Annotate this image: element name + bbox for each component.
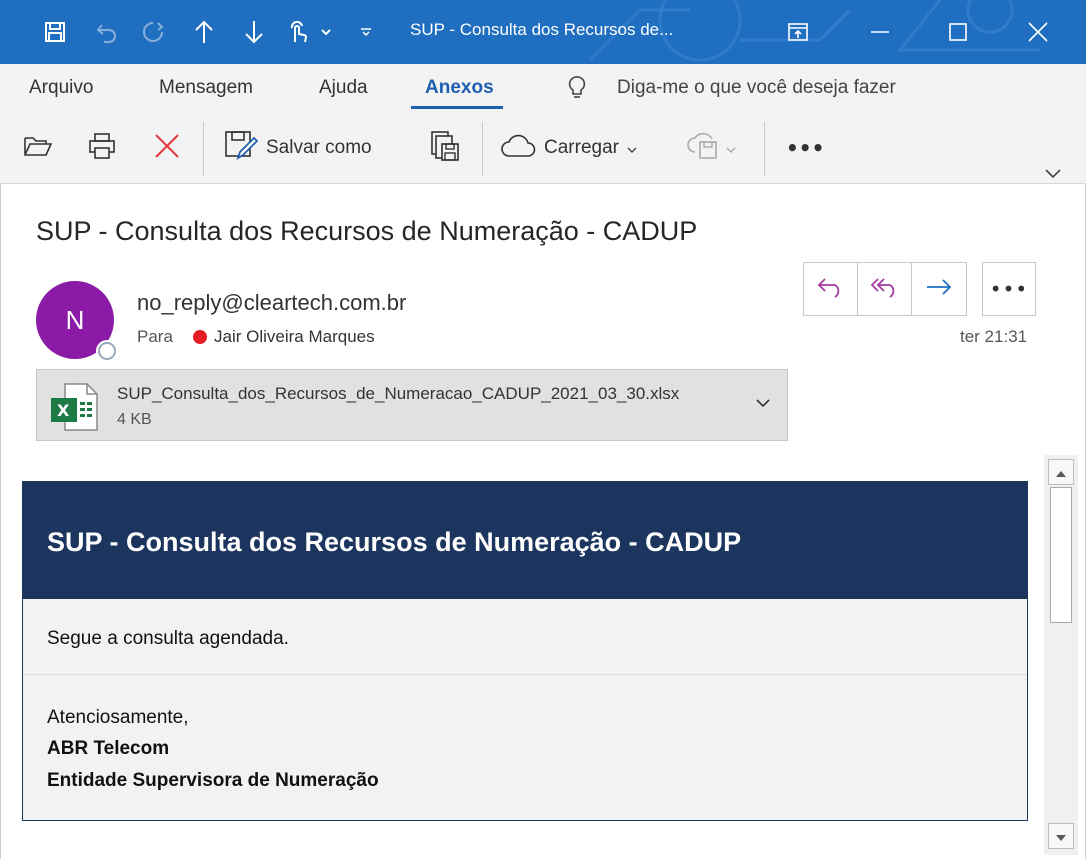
reply-button[interactable] [804,263,858,315]
menu-mensagem[interactable]: Mensagem [159,77,253,99]
excel-file-icon: X [49,382,99,436]
attachment-size: 4 KB [117,411,152,428]
close-icon[interactable] [1020,14,1056,50]
save-all-icon [430,130,462,166]
ribbon-separator [203,122,204,176]
reply-all-icon [870,276,900,302]
triangle-up-icon [1055,463,1067,482]
tell-me-search[interactable]: Diga-me o que você deseja fazer [617,77,896,99]
save-all-attachments-button[interactable] [430,130,462,166]
avatar-initial: N [65,304,85,335]
save-as-icon [224,130,259,166]
cloud-save-icon [686,132,722,164]
body-closing-text: Atenciosamente, [47,707,189,728]
body-dept-name: Entidade Supervisora de Numeração [47,770,379,791]
reply-all-button[interactable] [858,263,912,315]
triangle-down-icon [1055,827,1067,846]
print-attachment-button[interactable] [88,130,116,166]
ribbon-separator [482,122,483,176]
undo-icon[interactable] [92,14,122,50]
body-intro-text: Segue a consulta agendada. [47,628,289,649]
overflow-dropdown-icon[interactable] [358,14,374,50]
remove-attachment-button[interactable] [154,130,180,166]
chevron-down-icon [726,139,736,158]
menu-arquivo[interactable]: Arquivo [29,77,93,99]
maximize-icon[interactable] [940,14,976,50]
more-actions-button[interactable]: ••• [982,262,1036,316]
window-title: SUP - Consulta dos Recursos de... [410,20,674,39]
message-subject: SUP - Consulta dos Recursos de Numeração… [36,216,698,246]
message-body: SUP - Consulta dos Recursos de Numeração… [22,481,1028,821]
recipient-name[interactable]: Jair Oliveira Marques [214,327,375,347]
touch-mode-icon[interactable] [284,14,312,50]
minimize-icon[interactable] [862,14,898,50]
title-bar: SUP - Consulta dos Recursos de... [0,0,1086,64]
chevron-down-icon [627,139,637,158]
body-header-title: SUP - Consulta dos Recursos de Numeração… [47,527,742,557]
menu-ajuda[interactable]: Ajuda [319,77,368,99]
menu-bar: Arquivo Mensagem Ajuda Anexos Diga-me o … [0,64,1086,112]
scroll-down-button[interactable] [1048,823,1074,849]
body-divider [23,674,1027,675]
received-time: ter 21:31 [960,327,1028,346]
folder-open-icon [24,135,53,161]
up-arrow-icon[interactable] [190,14,218,50]
active-tab-indicator [411,106,503,109]
customize-dropdown-icon[interactable] [318,14,334,50]
body-org-name: ABR Telecom [47,738,170,759]
reply-icon [817,276,845,302]
svg-text:X: X [57,401,70,420]
attachment-options-chevron-icon[interactable] [755,394,771,413]
to-label: Para [137,327,173,346]
lightbulb-icon [567,75,587,105]
ribbon-separator [764,122,765,176]
sender-address[interactable]: no_reply@cleartech.com.br [137,290,406,316]
upload-button[interactable]: Carregar [500,130,637,166]
menu-anexos[interactable]: Anexos [425,77,494,99]
save-as-label: Salvar como [266,137,372,158]
down-arrow-icon[interactable] [240,14,268,50]
save-icon[interactable] [40,14,70,50]
ribbon-expand-chevron-icon[interactable] [1044,164,1062,183]
vertical-scrollbar[interactable] [1044,455,1078,855]
body-header-banner: SUP - Consulta dos Recursos de Numeração… [23,482,1027,599]
more-commands-button[interactable]: ••• [786,130,824,166]
open-attachment-button[interactable] [24,130,53,166]
scroll-thumb[interactable] [1050,487,1072,623]
reply-actions [803,262,967,316]
delete-x-icon [154,133,180,163]
upload-label: Carregar [544,137,619,158]
attachment-card[interactable]: X SUP_Consulta_dos_Recursos_de_Numeracao… [36,369,788,441]
restore-icon[interactable] [780,14,816,50]
attachment-name: SUP_Consulta_dos_Recursos_de_Numeracao_C… [117,384,680,403]
ribbon: Salvar como Carregar ••• [0,112,1086,184]
presence-status-icon [96,340,118,362]
scroll-up-button[interactable] [1048,459,1074,485]
cloud-icon [500,134,536,162]
more-label: ••• [786,136,825,160]
save-as-button[interactable]: Salvar como [224,130,372,166]
forward-arrow-icon [925,277,953,301]
busy-status-icon [193,330,207,344]
redo-icon[interactable] [138,14,168,50]
print-icon [88,132,116,164]
forward-button[interactable] [912,263,966,315]
share-cloud-button[interactable] [686,130,736,166]
